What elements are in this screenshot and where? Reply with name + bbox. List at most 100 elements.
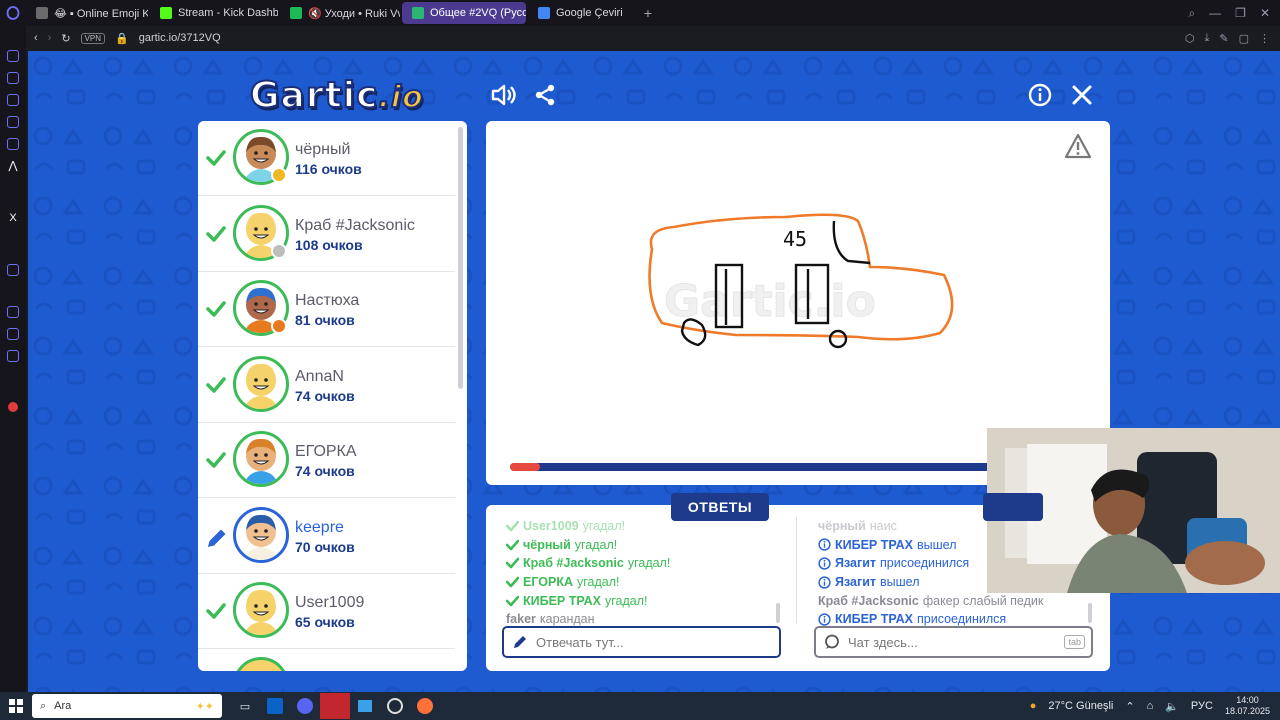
player-row[interactable]: AnnaN 74 очков bbox=[198, 348, 455, 423]
close-window-icon[interactable]: ✕ bbox=[1260, 6, 1270, 21]
player-score: 74 очков bbox=[295, 463, 355, 479]
player-row[interactable]: Краб #Jacksonic 108 очков bbox=[198, 197, 455, 272]
answer-input[interactable]: Отвечать тут... bbox=[502, 626, 781, 658]
url-field[interactable]: gartic.io/3712VQ bbox=[139, 32, 221, 44]
player-row[interactable]: ЕГОРКА 74 очков bbox=[198, 423, 455, 498]
player-icon[interactable] bbox=[7, 264, 19, 276]
close-icon[interactable] bbox=[1068, 81, 1096, 109]
start-button[interactable] bbox=[0, 699, 32, 713]
discord-icon[interactable] bbox=[290, 693, 320, 719]
opera-logo-icon[interactable] bbox=[0, 0, 26, 26]
player-name: keepre bbox=[295, 518, 344, 536]
reload-icon[interactable]: ↻ bbox=[61, 32, 70, 45]
player-row[interactable]: чёрный 116 очков bbox=[198, 121, 455, 196]
wallet-icon[interactable] bbox=[7, 116, 19, 128]
app-red-icon[interactable] bbox=[320, 693, 350, 719]
extensions-area: ⬡ ⤓ ✎ ▢ ⋮ bbox=[1185, 32, 1280, 45]
player-name: User1009 bbox=[295, 594, 365, 611]
browser-sidebar: ⋀ X bbox=[0, 26, 26, 692]
players-scrollbar[interactable] bbox=[458, 127, 463, 389]
chat-text: вышел bbox=[880, 575, 920, 590]
weather-label[interactable]: 27°C Güneşli bbox=[1048, 700, 1113, 712]
search-tabs-icon[interactable]: ⌕ bbox=[1188, 6, 1195, 21]
browser-tab[interactable]: 🔇 Уходи • Ruki Vverh! bbox=[280, 2, 400, 24]
snapshot-icon[interactable]: ▢ bbox=[1239, 32, 1249, 45]
pin-icon[interactable]: ✎ bbox=[1219, 32, 1228, 45]
chat-scrollbar[interactable] bbox=[1088, 603, 1092, 623]
box-icon[interactable] bbox=[7, 328, 19, 340]
history-icon[interactable] bbox=[7, 72, 19, 84]
answers-line: КИБЕР ТРАХ угадал! bbox=[506, 591, 776, 610]
player-row[interactable]: User1009 65 очков bbox=[198, 574, 455, 649]
tray-chevron-icon[interactable]: ⌃ bbox=[1125, 700, 1134, 713]
chat-author: Краб #Jacksonic bbox=[818, 593, 919, 608]
tab-label: 😂 ▪ Online Emoji Keyboa bbox=[54, 7, 148, 20]
address-bar: ‹ › ↻ VPN 🔒 gartic.io/3712VQ ⬡ ⤓ ✎ ▢ ⋮ bbox=[26, 26, 1280, 50]
answers-tab[interactable]: ОТВЕТЫ bbox=[671, 493, 769, 521]
language-indicator[interactable]: РУС bbox=[1191, 700, 1213, 712]
menu-icon[interactable]: ⋮ bbox=[1259, 32, 1270, 45]
settings-icon[interactable] bbox=[7, 350, 19, 362]
player-row[interactable]: keepre 70 очков bbox=[198, 499, 455, 574]
sound-icon[interactable] bbox=[490, 81, 518, 109]
vpn-badge[interactable]: VPN bbox=[80, 32, 106, 44]
chat-text: присоединился bbox=[880, 556, 970, 571]
messenger-icon[interactable] bbox=[7, 50, 19, 62]
answers-scrollbar[interactable] bbox=[776, 603, 780, 623]
answers-text: карандан bbox=[539, 612, 595, 627]
firefox-icon[interactable] bbox=[410, 693, 440, 719]
chat-author: Язагит bbox=[835, 556, 876, 571]
maximize-icon[interactable]: ❐ bbox=[1235, 6, 1246, 21]
kick-icon[interactable]: ⋀ bbox=[7, 160, 19, 172]
player-score: 70 очков bbox=[295, 538, 355, 555]
player-avatar bbox=[233, 506, 289, 563]
info-icon[interactable] bbox=[1026, 81, 1054, 109]
player-badge-icon bbox=[271, 318, 287, 334]
guessed-check-icon bbox=[206, 300, 226, 323]
taskbar-search[interactable]: ⌕ Ara ✦✦ bbox=[32, 694, 222, 718]
player-avatar bbox=[233, 431, 289, 487]
new-tab-button[interactable]: + bbox=[638, 5, 658, 21]
chat-author: КИБЕР ТРАХ bbox=[835, 537, 913, 552]
clock-icon[interactable] bbox=[7, 306, 19, 318]
panel-divider bbox=[796, 517, 797, 623]
bookmark-icon[interactable] bbox=[7, 94, 19, 106]
browser-tab[interactable]: Google Çeviri bbox=[528, 2, 636, 24]
gartic-logo[interactable]: Gartic.io bbox=[249, 74, 424, 117]
obs-icon[interactable] bbox=[380, 693, 410, 719]
outlook-icon[interactable] bbox=[260, 693, 290, 719]
clock[interactable]: 14:00 18.07.2025 bbox=[1225, 695, 1270, 717]
app-window-icon[interactable] bbox=[350, 693, 380, 719]
task-view-icon[interactable]: ▭ bbox=[230, 693, 260, 719]
browser-tab[interactable]: Общее #2VQ (Русский) bbox=[402, 2, 526, 24]
extensions-icon[interactable]: ⬡ bbox=[1185, 32, 1195, 45]
players-list: чёрный 116 очков Краб #Jacksonic 108 очков Н… bbox=[198, 121, 467, 671]
browser-tab[interactable]: Stream - Kick Dashboard bbox=[150, 2, 278, 24]
tab-favicon-icon bbox=[412, 7, 424, 19]
player-row[interactable]: Настюха 81 очков bbox=[198, 272, 455, 347]
x-twitter-icon[interactable]: X bbox=[7, 212, 19, 224]
download-icon[interactable]: ⤓ bbox=[1205, 32, 1210, 45]
chat-line: Краб #Jacksonic факер слабый педик bbox=[818, 591, 1098, 610]
tab-favicon-icon bbox=[538, 7, 550, 19]
share-icon[interactable] bbox=[531, 81, 559, 109]
chat-input[interactable]: Чат здесь... tab bbox=[814, 626, 1093, 658]
mail-icon[interactable] bbox=[7, 138, 19, 150]
volume-icon[interactable]: 🔈 bbox=[1165, 700, 1179, 713]
minimize-icon[interactable]: — bbox=[1209, 6, 1221, 21]
browser-tab[interactable]: 😂 ▪ Online Emoji Keyboa bbox=[26, 2, 148, 24]
tab-favicon-icon bbox=[36, 7, 48, 19]
guessed-check-icon bbox=[206, 225, 226, 248]
search-icon: ⌕ bbox=[40, 699, 47, 712]
chat-tab[interactable] bbox=[983, 493, 1043, 521]
forward-icon[interactable]: › bbox=[48, 32, 52, 44]
chat-text: вышел bbox=[917, 537, 957, 552]
info-icon bbox=[818, 538, 831, 552]
back-icon[interactable]: ‹ bbox=[34, 32, 38, 44]
gartic-game-area: Gartic.io чёрный 116 очков Краб #Jacksonic… bbox=[28, 51, 1280, 692]
answers-author: чёрный bbox=[523, 537, 571, 552]
info-icon bbox=[818, 557, 831, 570]
report-warning-icon[interactable] bbox=[1064, 133, 1092, 164]
network-icon[interactable]: ⌂ bbox=[1147, 700, 1154, 712]
chat-author: Язагит bbox=[835, 575, 876, 590]
